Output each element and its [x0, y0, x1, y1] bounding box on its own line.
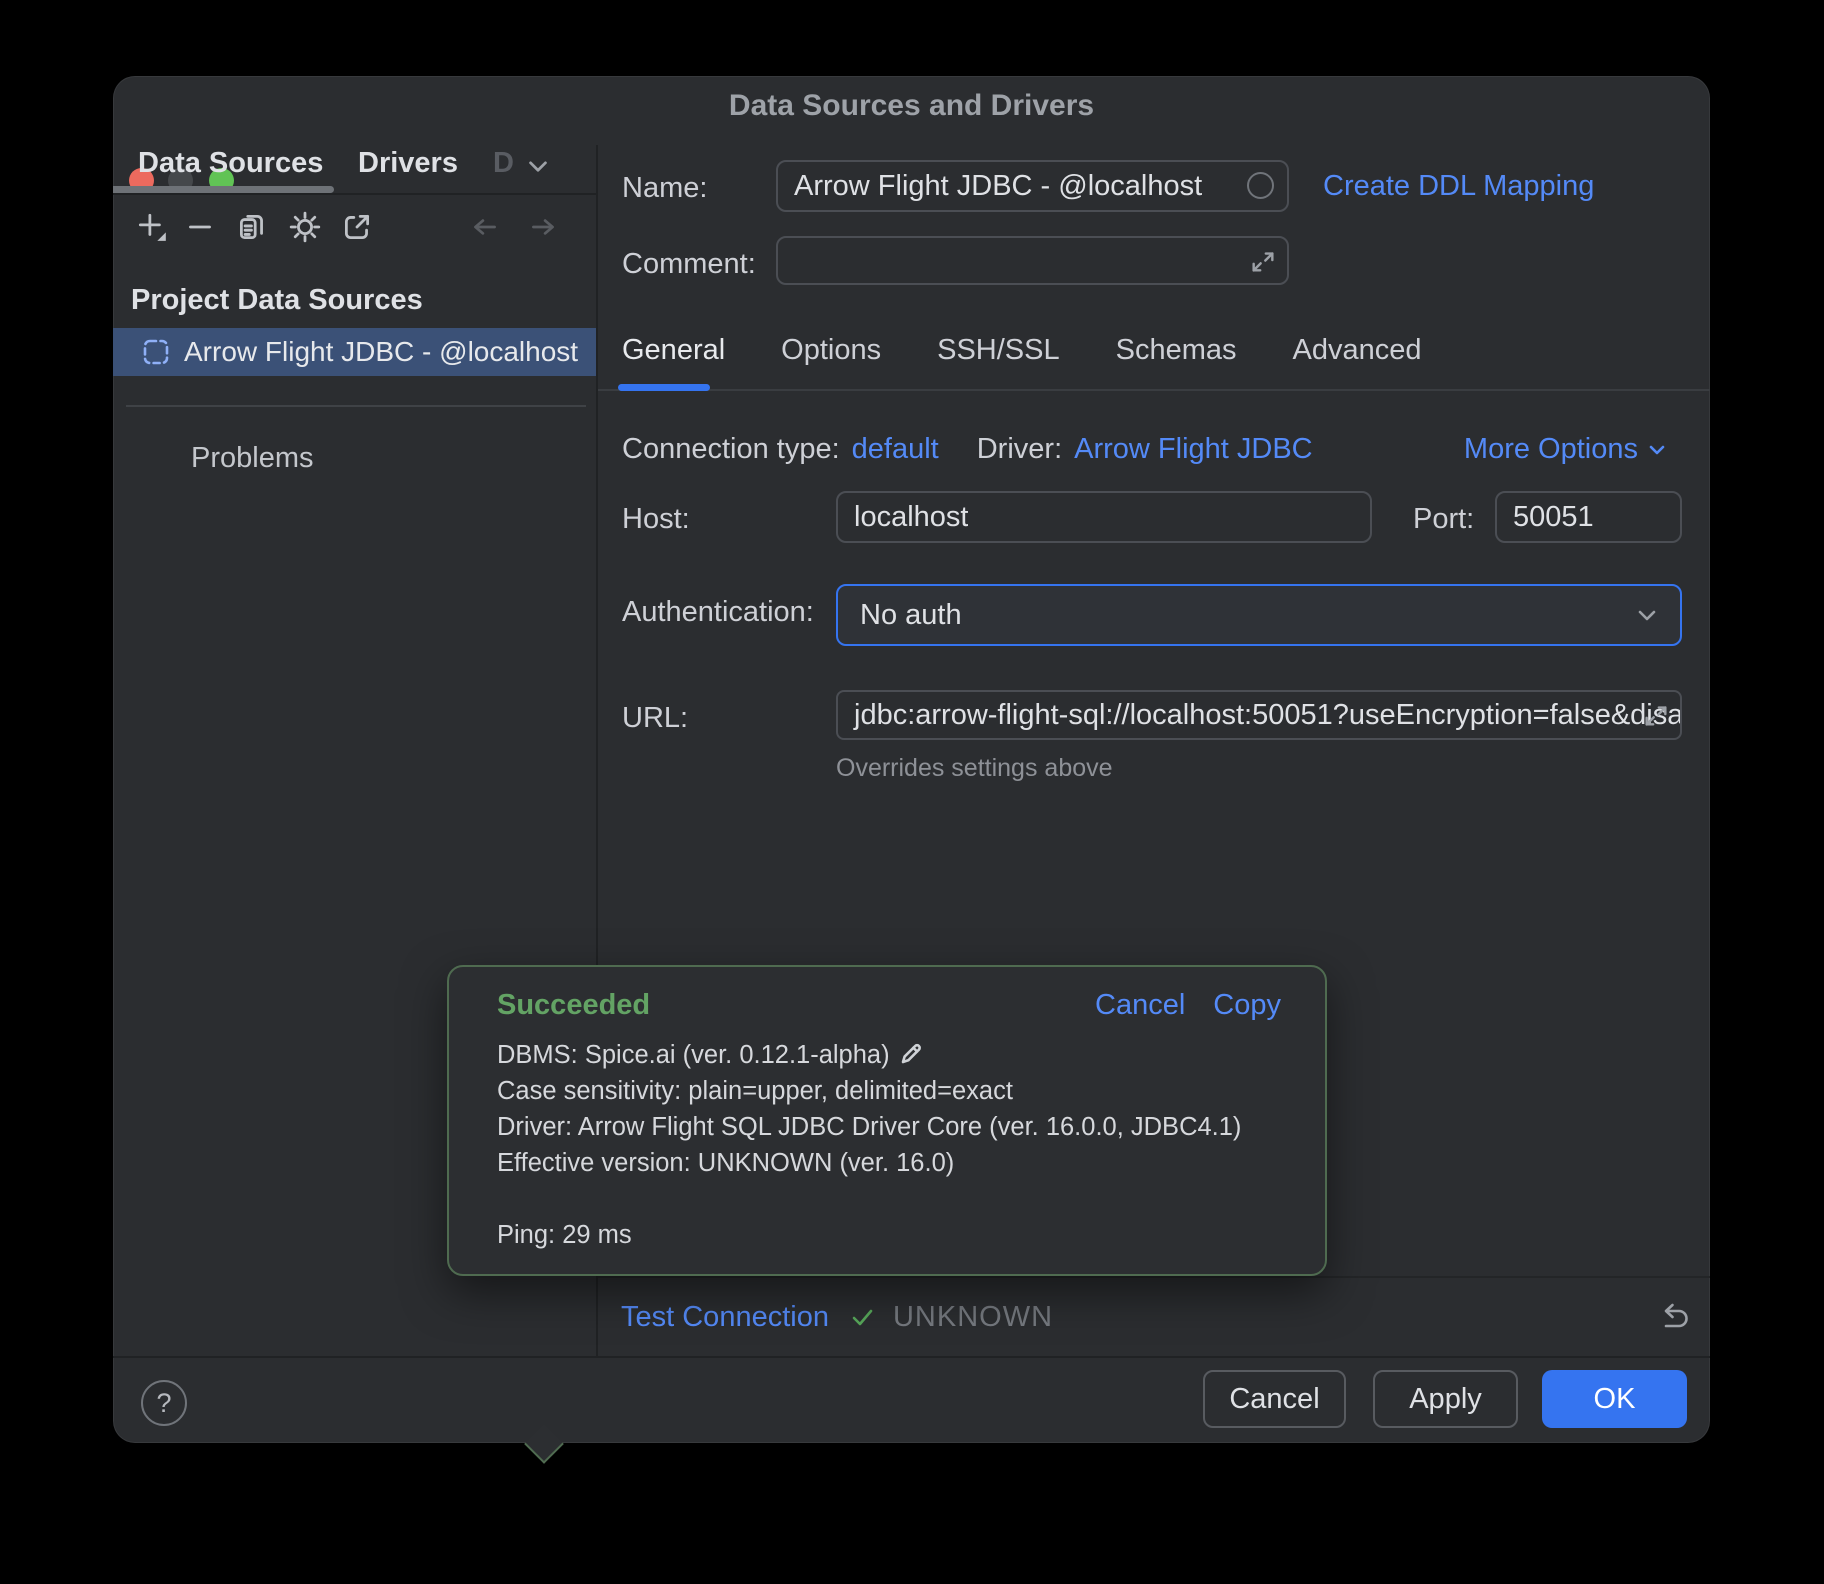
- name-label: Name:: [622, 172, 707, 205]
- connection-status-bar: Test Connection UNKNOWN: [598, 1276, 1710, 1356]
- undo-icon[interactable]: [1654, 1300, 1688, 1334]
- host-label: Host:: [622, 503, 690, 536]
- url-input[interactable]: jdbc:arrow-flight-sql://localhost:50051?…: [836, 690, 1682, 740]
- connection-result-text: UNKNOWN: [893, 1301, 1053, 1334]
- connection-type-row: Connection type: default Driver: Arrow Flig…: [622, 433, 1313, 466]
- spacer: [497, 1181, 1241, 1217]
- project-data-sources-header: Project Data Sources: [131, 284, 423, 317]
- status-succeeded: Succeeded: [497, 989, 650, 1022]
- url-note: Overrides settings above: [836, 754, 1113, 783]
- sidebar-toolbar: [113, 204, 596, 254]
- chevron-down-icon: [1646, 439, 1668, 461]
- ping-line: Ping: 29 ms: [497, 1217, 1241, 1253]
- name-input[interactable]: Arrow Flight JDBC - @localhost: [776, 160, 1289, 212]
- expand-editor-icon[interactable]: [1642, 701, 1670, 729]
- tab-advanced[interactable]: Advanced: [1293, 334, 1422, 367]
- effective-version-line: Effective version: UNKNOWN (ver. 16.0): [497, 1145, 1241, 1181]
- connection-type-label: Connection type:: [622, 433, 840, 465]
- case-sensitivity-line: Case sensitivity: plain=upper, delimited…: [497, 1073, 1241, 1109]
- progress-ring-icon: [1247, 172, 1274, 199]
- screen: Data Sources and Drivers Data Sources Dr…: [0, 0, 1824, 1584]
- driver-value-link[interactable]: Arrow Flight JDBC: [1074, 433, 1313, 465]
- driver-label: Driver:: [977, 433, 1062, 465]
- url-label: URL:: [622, 702, 688, 735]
- tab-schemas[interactable]: Schemas: [1116, 334, 1237, 367]
- settings-gear-icon[interactable]: [288, 210, 322, 244]
- help-question-icon: ?: [156, 1388, 171, 1419]
- tab-data-sources[interactable]: Data Sources: [138, 147, 323, 180]
- sidebar-item-problems[interactable]: Problems: [191, 442, 314, 475]
- more-options-link[interactable]: More Options: [1464, 433, 1668, 466]
- active-tab-indicator: [113, 186, 334, 193]
- data-source-label: Arrow Flight JDBC - @localhost: [184, 336, 578, 368]
- comment-label: Comment:: [622, 248, 756, 281]
- tab-general[interactable]: General: [622, 334, 725, 367]
- help-button[interactable]: ?: [141, 1380, 187, 1426]
- host-value: localhost: [838, 501, 968, 534]
- add-data-source-icon[interactable]: [135, 210, 169, 244]
- success-check-icon: [847, 1302, 877, 1332]
- more-options-label: More Options: [1464, 433, 1638, 466]
- chevron-down-icon[interactable]: [521, 149, 555, 183]
- authentication-value: No auth: [838, 599, 962, 632]
- remove-icon[interactable]: [183, 210, 217, 244]
- popup-copy-link[interactable]: Copy: [1213, 989, 1281, 1022]
- popup-pointer-notch: [524, 1424, 564, 1464]
- test-connection-link[interactable]: Test Connection: [621, 1301, 829, 1334]
- connection-type-value-link[interactable]: default: [852, 433, 939, 465]
- dbms-line: DBMS: Spice.ai (ver. 0.12.1-alpha): [497, 1037, 1241, 1073]
- data-sources-dialog: Data Sources and Drivers Data Sources Dr…: [113, 76, 1710, 1443]
- cancel-button[interactable]: Cancel: [1203, 1370, 1346, 1428]
- tab-ssh-ssl[interactable]: SSH/SSL: [937, 334, 1060, 367]
- forward-arrow-icon[interactable]: [526, 210, 560, 244]
- authentication-select[interactable]: No auth: [836, 584, 1682, 646]
- duplicate-icon[interactable]: [235, 210, 269, 244]
- window-title: Data Sources and Drivers: [113, 89, 1710, 123]
- expand-editor-icon[interactable]: [1249, 247, 1277, 275]
- sidebar-separator: [126, 405, 586, 407]
- open-in-new-window-icon[interactable]: [340, 210, 374, 244]
- tab-drivers[interactable]: Drivers: [358, 147, 458, 180]
- authentication-label: Authentication:: [622, 596, 814, 629]
- database-dashed-icon: [141, 337, 171, 367]
- tab-ddl-mappings-truncated[interactable]: D: [493, 147, 514, 180]
- chevron-down-icon: [1632, 600, 1662, 630]
- host-input[interactable]: localhost: [836, 491, 1372, 543]
- comment-input[interactable]: [776, 236, 1289, 285]
- dbms-text: DBMS: Spice.ai (ver. 0.12.1-alpha): [497, 1041, 890, 1069]
- popup-body: DBMS: Spice.ai (ver. 0.12.1-alpha) Case …: [497, 1037, 1241, 1253]
- edit-pencil-icon[interactable]: [898, 1041, 924, 1067]
- test-connection-result-popup: Succeeded Cancel Copy DBMS: Spice.ai (ve…: [447, 965, 1327, 1276]
- apply-button[interactable]: Apply: [1373, 1370, 1518, 1428]
- footer-separator: [113, 1356, 1710, 1358]
- ok-button[interactable]: OK: [1542, 1370, 1687, 1428]
- tabbar-border: [598, 389, 1710, 391]
- url-value: jdbc:arrow-flight-sql://localhost:50051?…: [838, 699, 1680, 732]
- active-settings-tab-indicator: [618, 384, 710, 391]
- popup-cancel-link[interactable]: Cancel: [1095, 989, 1185, 1022]
- port-input[interactable]: 50051: [1495, 491, 1682, 543]
- port-label: Port:: [1413, 503, 1474, 536]
- tab-options[interactable]: Options: [781, 334, 881, 367]
- name-value: Arrow Flight JDBC - @localhost: [778, 170, 1202, 203]
- port-value: 50051: [1497, 501, 1594, 534]
- back-arrow-icon[interactable]: [468, 210, 502, 244]
- create-ddl-mapping-link[interactable]: Create DDL Mapping: [1323, 170, 1594, 203]
- data-source-list-item-selected[interactable]: Arrow Flight JDBC - @localhost: [113, 328, 596, 376]
- driver-line: Driver: Arrow Flight SQL JDBC Driver Cor…: [497, 1109, 1241, 1145]
- settings-tabbar: General Options SSH/SSL Schemas Advanced: [622, 334, 1422, 367]
